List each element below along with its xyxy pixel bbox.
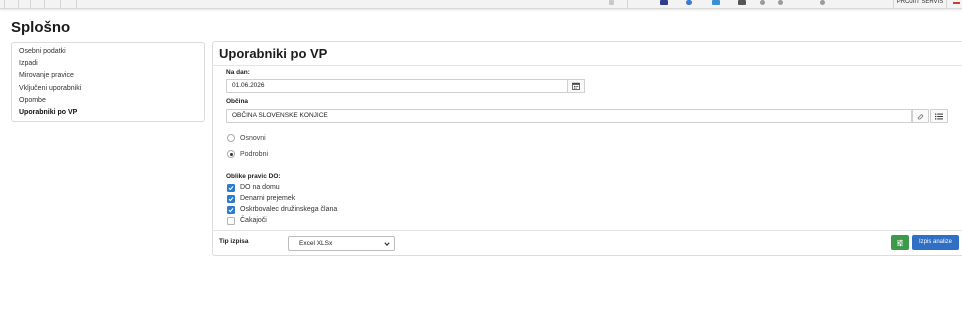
checkbox-label: DO na domu bbox=[240, 184, 280, 191]
calendar-icon bbox=[572, 82, 580, 90]
toolbar-separator bbox=[627, 0, 628, 8]
checkbox[interactable] bbox=[227, 194, 235, 203]
checkbox[interactable] bbox=[227, 205, 235, 214]
municipality-input[interactable]: OBČINA SLOVENSKE KONJICE bbox=[226, 109, 912, 123]
checkmark-icon bbox=[228, 207, 234, 212]
toolbar-icon[interactable] bbox=[760, 0, 765, 5]
top-toolbar: PROJIIT SERVIS bbox=[0, 0, 962, 9]
toolbar-separator bbox=[18, 0, 19, 8]
help-icon[interactable] bbox=[686, 0, 692, 5]
checkbox[interactable] bbox=[227, 216, 235, 225]
sidebar-item-opombe[interactable]: Opombe bbox=[12, 95, 204, 107]
close-icon[interactable] bbox=[953, 2, 960, 4]
date-label: Na dan: bbox=[226, 69, 250, 76]
sidebar-item-uporabniki-po-vp[interactable]: Uporabniki po VP bbox=[12, 107, 204, 119]
sidebar-item-mirovanje-pravice[interactable]: Mirovanje pravice bbox=[12, 70, 204, 82]
checkbox-label: Denarni prejemek bbox=[240, 195, 296, 202]
clear-button[interactable] bbox=[912, 109, 929, 123]
print-icon[interactable] bbox=[738, 0, 746, 5]
sidebar-nav: Osebni podatki Izpadi Mirovanje pravice … bbox=[11, 42, 205, 122]
checkbox-oskrbovalec[interactable]: Oskrbovalec družinskega člana bbox=[227, 205, 337, 214]
checkbox-label: Oskrbovalec družinskega člana bbox=[240, 206, 338, 213]
date-input[interactable]: 01.06.2026 bbox=[226, 79, 568, 93]
checkbox-label: Čakajoči bbox=[240, 217, 267, 224]
divider bbox=[212, 65, 962, 66]
toolbar-separator bbox=[76, 0, 77, 8]
checkbox-do-na-domu[interactable]: DO na domu bbox=[227, 183, 280, 192]
radio-osnovni[interactable]: Osnovni bbox=[227, 133, 266, 143]
radio-button[interactable] bbox=[227, 150, 235, 158]
sliders-icon bbox=[897, 239, 903, 246]
checkbox[interactable] bbox=[227, 183, 235, 192]
forms-label: Oblike pravic DO: bbox=[226, 173, 281, 180]
checkmark-icon bbox=[228, 196, 234, 201]
brand-label: PROJIIT SERVIS bbox=[893, 0, 947, 8]
save-icon[interactable] bbox=[660, 0, 668, 5]
list-button[interactable] bbox=[930, 109, 948, 123]
municipality-label: Občina bbox=[226, 98, 249, 105]
settings-button[interactable] bbox=[891, 235, 909, 250]
toolbar-separator bbox=[60, 0, 61, 8]
sidebar-item-izpadi[interactable]: Izpadi bbox=[12, 58, 204, 70]
eraser-icon bbox=[917, 113, 924, 119]
radio-label: Podrobni bbox=[240, 150, 269, 158]
sidebar-item-vkljuceni-uporabniki[interactable]: Vključeni uporabniki bbox=[12, 83, 204, 95]
checkmark-icon bbox=[228, 185, 234, 190]
page-title: Splošno bbox=[11, 19, 71, 36]
checkbox-denarni-prejemek[interactable]: Denarni prejemek bbox=[227, 194, 295, 203]
toolbar-icon[interactable] bbox=[820, 0, 825, 5]
output-type-value: Excel XLSx bbox=[299, 240, 333, 247]
output-type-label: Tip izpisa bbox=[219, 238, 249, 245]
document-icon[interactable] bbox=[712, 0, 720, 5]
run-analysis-button[interactable]: Izpis analize bbox=[912, 235, 959, 250]
toolbar-separator bbox=[44, 0, 45, 8]
radio-button[interactable] bbox=[227, 134, 235, 142]
radio-podrobni[interactable]: Podrobni bbox=[227, 149, 268, 159]
list-icon bbox=[935, 113, 943, 119]
toolbar-icon[interactable] bbox=[778, 0, 783, 5]
panel-title: Uporabniki po VP bbox=[219, 46, 328, 61]
radio-label: Osnovni bbox=[240, 134, 266, 142]
chevron-down-icon bbox=[384, 242, 390, 247]
date-picker-button[interactable] bbox=[567, 79, 585, 93]
divider bbox=[212, 230, 962, 231]
toolbar-icon[interactable] bbox=[609, 0, 614, 5]
output-type-select[interactable]: Excel XLSx bbox=[288, 236, 395, 251]
sidebar-item-osebni-podatki[interactable]: Osebni podatki bbox=[12, 46, 204, 58]
toolbar-separator bbox=[4, 0, 5, 8]
main-panel bbox=[212, 41, 962, 256]
toolbar-separator bbox=[30, 0, 31, 8]
checkbox-cakajoci[interactable]: Čakajoči bbox=[227, 216, 267, 225]
